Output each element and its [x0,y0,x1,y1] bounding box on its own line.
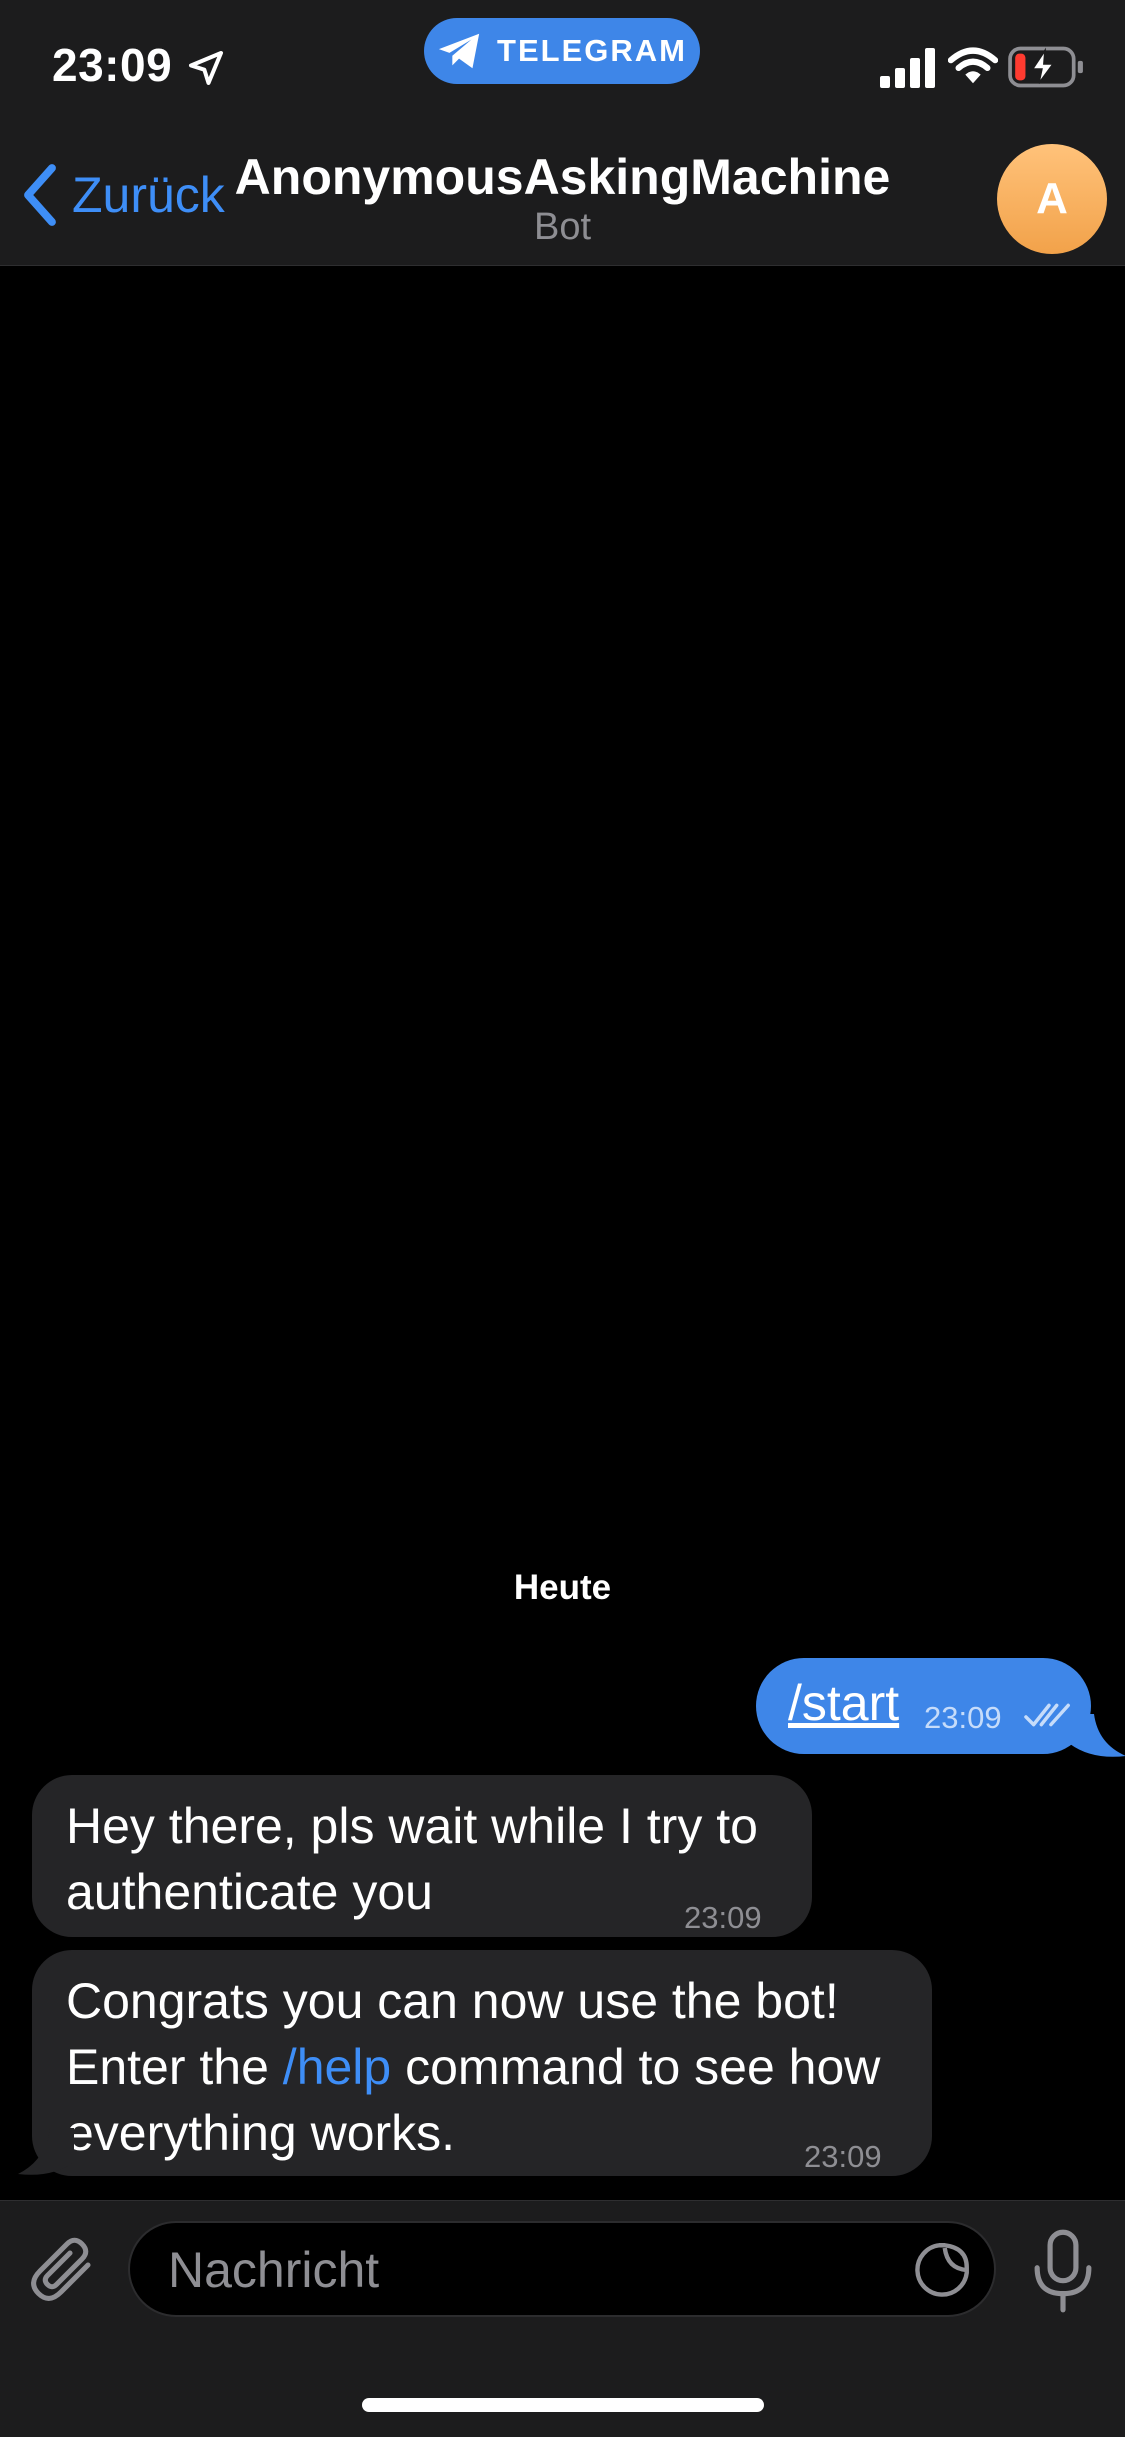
return-to-telegram-pill[interactable]: TELEGRAM [424,18,700,84]
message-line: Enter the [66,2039,283,2095]
message-time: 23:09 [684,1900,762,1935]
bubble-tail [1070,1714,1125,1757]
read-checkmarks-icon [1024,1703,1070,1727]
message-incoming[interactable]: Hey there, pls wait while I try to authe… [32,1775,812,1937]
message-time: 23:09 [924,1700,1002,1735]
chat-header: Zurück AnonymousAskingMachine Bot A [0,130,1125,266]
paperclip-icon[interactable] [28,2231,100,2311]
cellular-signal-icon [880,48,935,88]
message-line: everything works. [66,2105,456,2161]
location-arrow-icon [189,51,223,85]
message-outgoing[interactable]: /start 23:09 [756,1658,1091,1754]
status-bar: 23:09 TELEGRAM [0,0,1125,130]
status-time: 23:09 [52,39,173,91]
battery-charging-icon [1008,46,1083,88]
chat-subtitle: Bot [533,206,592,248]
help-command-link[interactable]: /help [283,2039,391,2095]
message-incoming[interactable]: Congrats you can now use the bot! Enter … [32,1950,932,2176]
home-indicator[interactable] [362,2398,764,2412]
date-separator: Heute [513,1568,612,1607]
sticker-icon[interactable] [908,2237,976,2303]
message-text: Hey there, pls wait while I try to authe… [66,1793,758,1925]
message-text[interactable]: /start [788,1674,899,1732]
message-text: Congrats you can now use the bot! Enter … [66,1968,880,2166]
message-input[interactable] [166,2237,810,2303]
message-line: Hey there, pls wait while I try to [66,1798,758,1854]
message-line: authenticate you [66,1864,433,1920]
message-field[interactable] [128,2221,996,2317]
bubble-tail [18,2128,74,2175]
wifi-icon [948,47,998,84]
return-pill-label: TELEGRAM [497,33,687,68]
message-time: 23:09 [804,2139,882,2174]
message-line: Congrats you can now use the bot! [66,1973,839,2029]
chat-title[interactable]: AnonymousAskingMachine [0,148,1125,206]
telegram-icon [438,33,480,69]
microphone-icon[interactable] [1030,2229,1096,2313]
avatar[interactable]: A [997,144,1107,254]
message-line: command to see how [391,2039,881,2095]
